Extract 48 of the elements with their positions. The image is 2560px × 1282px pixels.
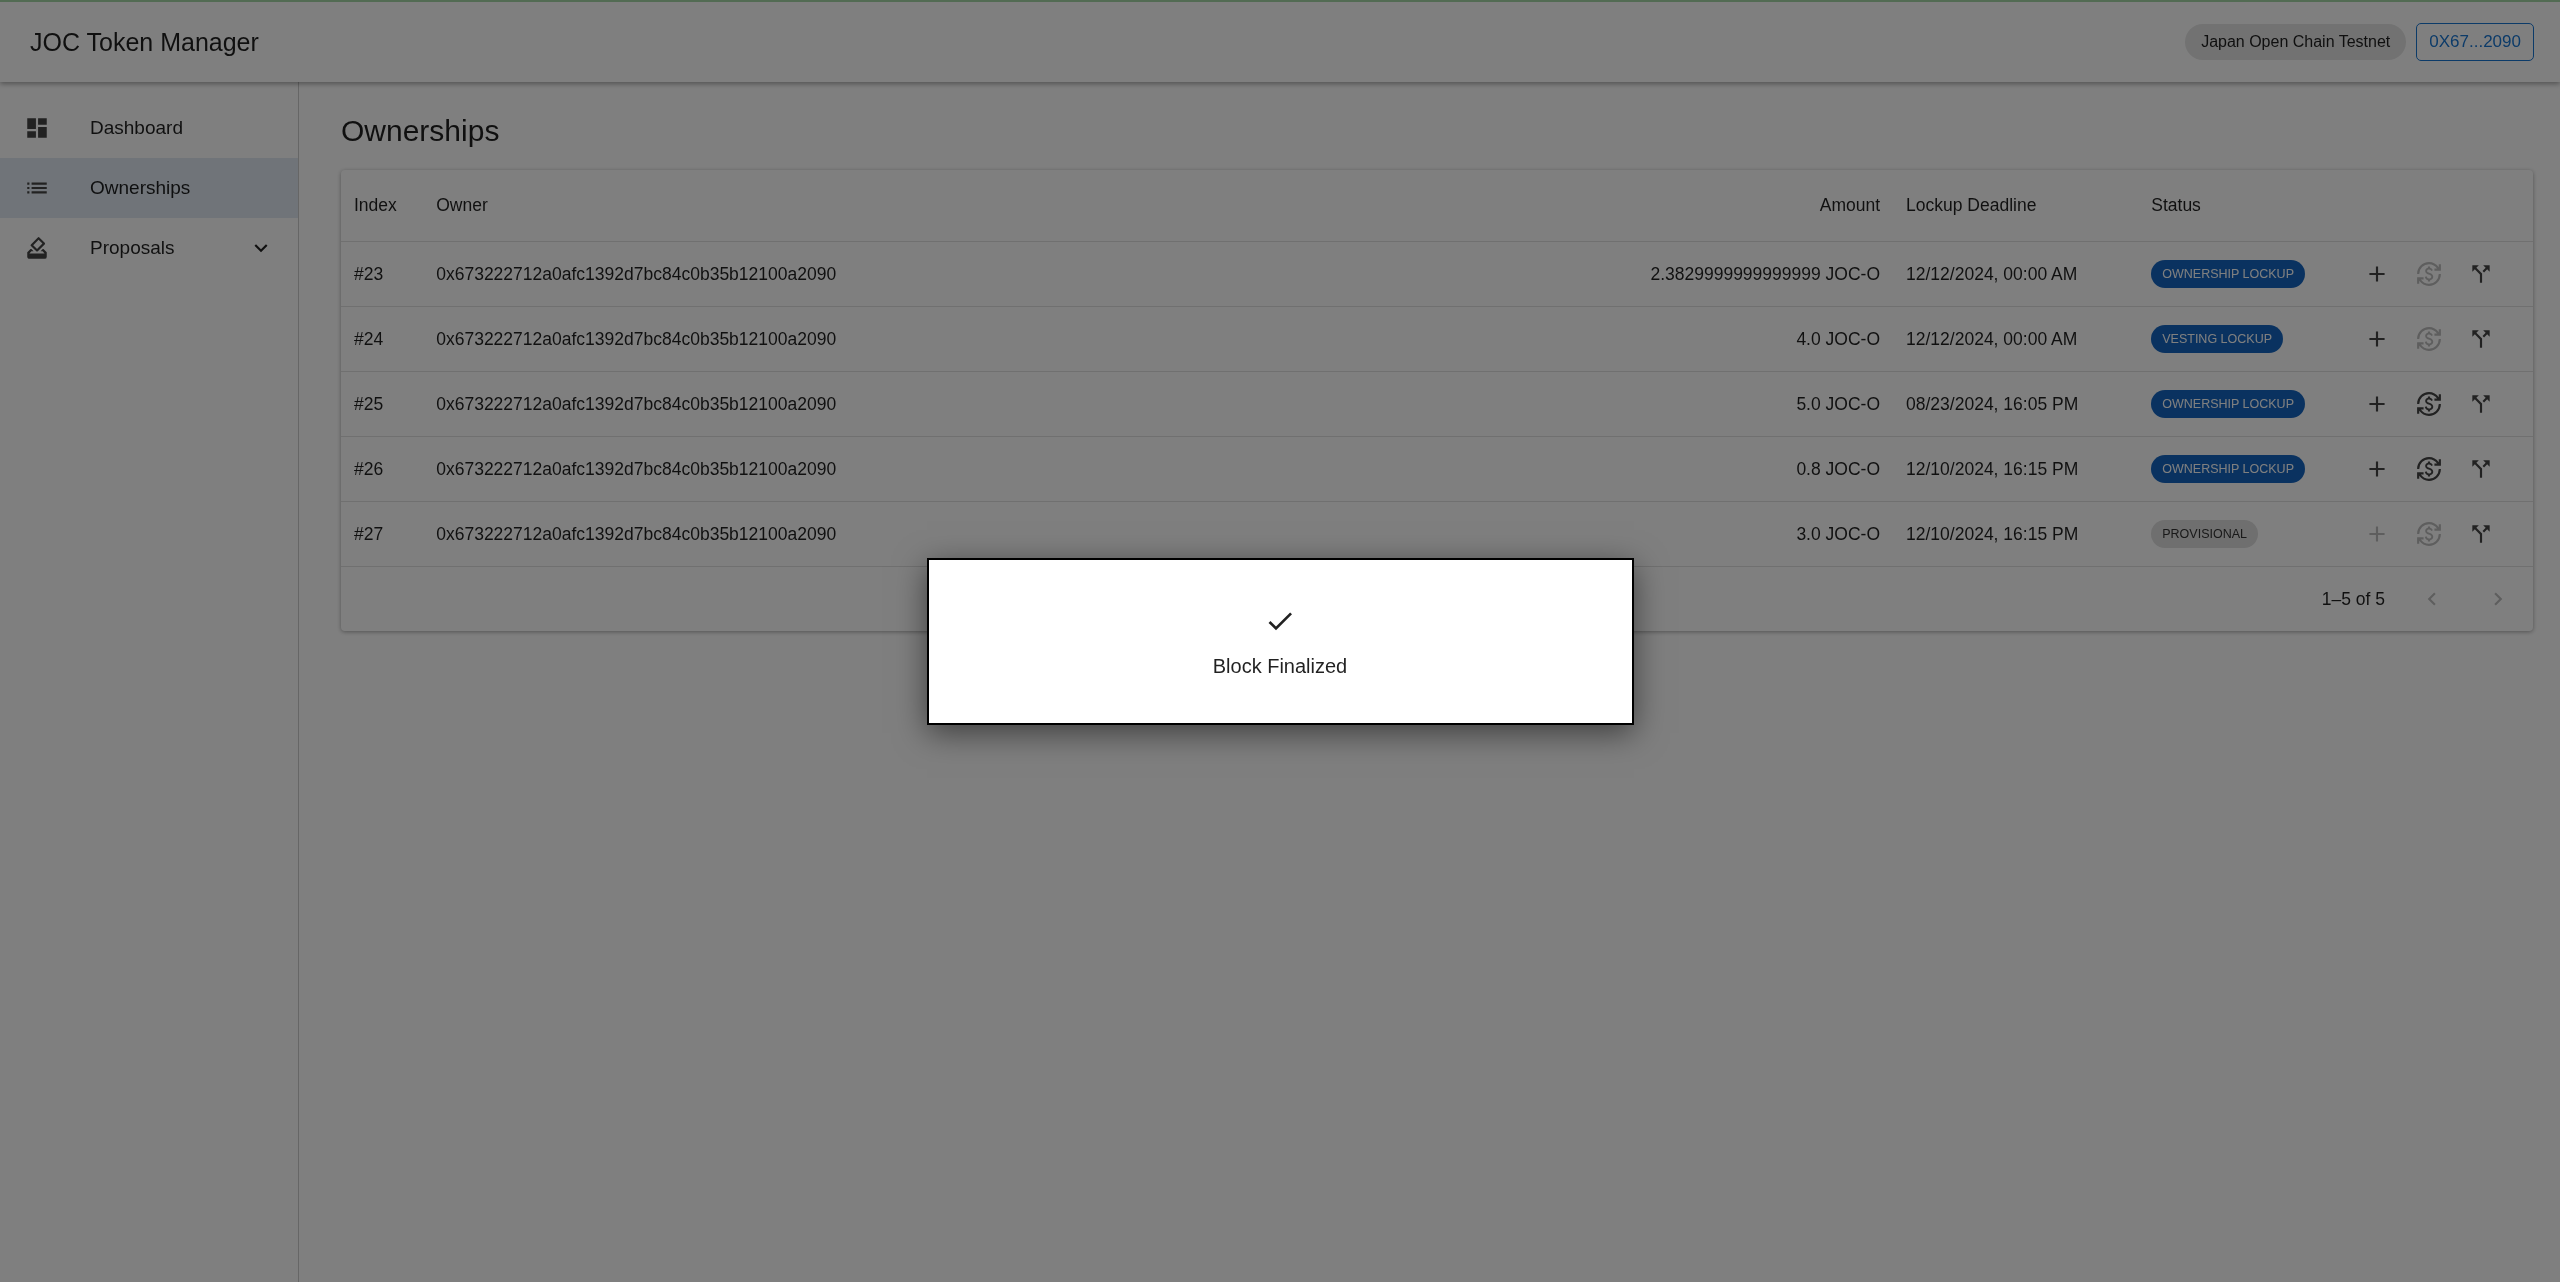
- table-cell: 4.0 JOC-O: [1637, 306, 1894, 372]
- status-chip: OWNERSHIP LOCKUP: [2151, 455, 2305, 483]
- table-cell: #26: [341, 436, 424, 502]
- status-chip: PROVISIONAL: [2151, 520, 2258, 548]
- table-cell: 08/23/2024, 16:05 PM: [1893, 371, 2139, 437]
- currency-exchange-icon: [2416, 326, 2442, 352]
- column-header: Lockup Deadline: [1893, 170, 2139, 242]
- column-header: Amount: [1637, 170, 1894, 242]
- table-cell: 0.8 JOC-O: [1637, 436, 1894, 502]
- account-button[interactable]: 0X67...2090: [2416, 23, 2534, 61]
- table-cell: 12/10/2024, 16:15 PM: [1893, 436, 2139, 502]
- sidebar-item-label: Ownerships: [90, 177, 192, 199]
- table-cell: 3.0 JOC-O: [1637, 501, 1894, 567]
- table-cell: 5.0 JOC-O: [1637, 371, 1894, 437]
- currency-exchange-icon: [2416, 521, 2442, 547]
- network-chip: Japan Open Chain Testnet: [2185, 24, 2407, 60]
- status-chip: OWNERSHIP LOCKUP: [2151, 260, 2305, 288]
- table-cell: 0x673222712a0afc1392d7bc84c0b35b12100a2090: [423, 306, 1638, 372]
- table-cell: 12/12/2024, 00:00 AM: [1893, 241, 2139, 307]
- table-cell: #24: [341, 306, 424, 372]
- sidebar-item[interactable]: Dashboard: [0, 98, 298, 158]
- currency-exchange-icon: [2416, 261, 2442, 287]
- sidebar-item-label: Dashboard: [90, 117, 184, 139]
- currency-exchange-icon: [2416, 391, 2442, 417]
- pagination-range: 1–5 of 5: [2321, 588, 2385, 610]
- table-cell: 0x673222712a0afc1392d7bc84c0b35b12100a2090: [423, 241, 1638, 307]
- table-cell: 12/12/2024, 00:00 AM: [1893, 306, 2139, 372]
- sidebar-item-label: Proposals: [90, 237, 176, 259]
- column-header: Index: [341, 170, 424, 242]
- dashboard-icon: [24, 115, 50, 141]
- page-title: Ownerships: [341, 114, 501, 148]
- column-header: Owner: [423, 170, 1638, 242]
- column-header: Status: [2138, 170, 2345, 242]
- table-cell: 12/10/2024, 16:15 PM: [1893, 501, 2139, 567]
- currency-exchange-icon: [2416, 456, 2442, 482]
- dialog-message: Block Finalized: [1212, 655, 1348, 678]
- ballot-box-icon: [24, 235, 50, 261]
- status-chip: OWNERSHIP LOCKUP: [2151, 390, 2305, 418]
- sidebar-item[interactable]: Proposals: [0, 218, 298, 278]
- table-cell: #23: [341, 241, 424, 307]
- sidebar-item[interactable]: Ownerships: [0, 158, 298, 218]
- app-title: JOC Token Manager: [30, 27, 260, 57]
- table-cell: 0x673222712a0afc1392d7bc84c0b35b12100a2090: [423, 371, 1638, 437]
- status-chip: VESTING LOCKUP: [2151, 325, 2283, 353]
- table-cell: #27: [341, 501, 424, 567]
- table-cell: 2.3829999999999999 JOC-O: [1637, 241, 1894, 307]
- table-cell: 0x673222712a0afc1392d7bc84c0b35b12100a2090: [423, 436, 1638, 502]
- table-cell: #25: [341, 371, 424, 437]
